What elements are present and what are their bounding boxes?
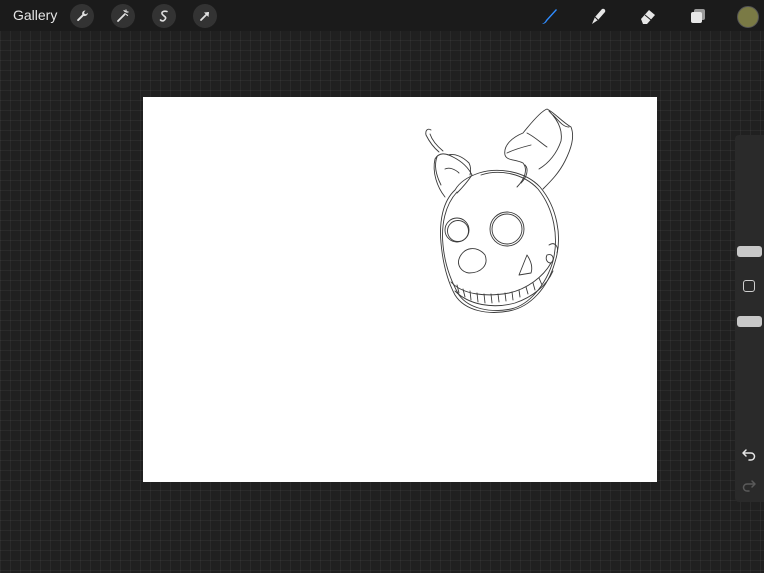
sketch-drawing bbox=[425, 108, 574, 313]
wrench-icon[interactable] bbox=[70, 4, 94, 28]
layers-icon[interactable] bbox=[686, 4, 710, 28]
color-picker-swatch[interactable] bbox=[737, 6, 759, 28]
smudge-icon[interactable] bbox=[586, 4, 610, 28]
brush-icon[interactable] bbox=[537, 4, 561, 28]
side-toolbar bbox=[735, 135, 764, 502]
top-toolbar: Gallery bbox=[0, 0, 764, 31]
undo-icon[interactable] bbox=[741, 445, 757, 461]
magic-wand-icon[interactable] bbox=[111, 4, 135, 28]
move-arrow-icon[interactable] bbox=[193, 4, 217, 28]
opacity-slider[interactable] bbox=[737, 316, 762, 327]
drawing-canvas[interactable] bbox=[143, 97, 657, 482]
redo-icon[interactable] bbox=[741, 476, 757, 492]
gallery-button[interactable]: Gallery bbox=[13, 7, 57, 23]
eraser-icon[interactable] bbox=[636, 4, 660, 28]
selection-icon[interactable] bbox=[152, 4, 176, 28]
modify-square-button[interactable] bbox=[743, 280, 755, 292]
brush-size-slider[interactable] bbox=[737, 246, 762, 257]
